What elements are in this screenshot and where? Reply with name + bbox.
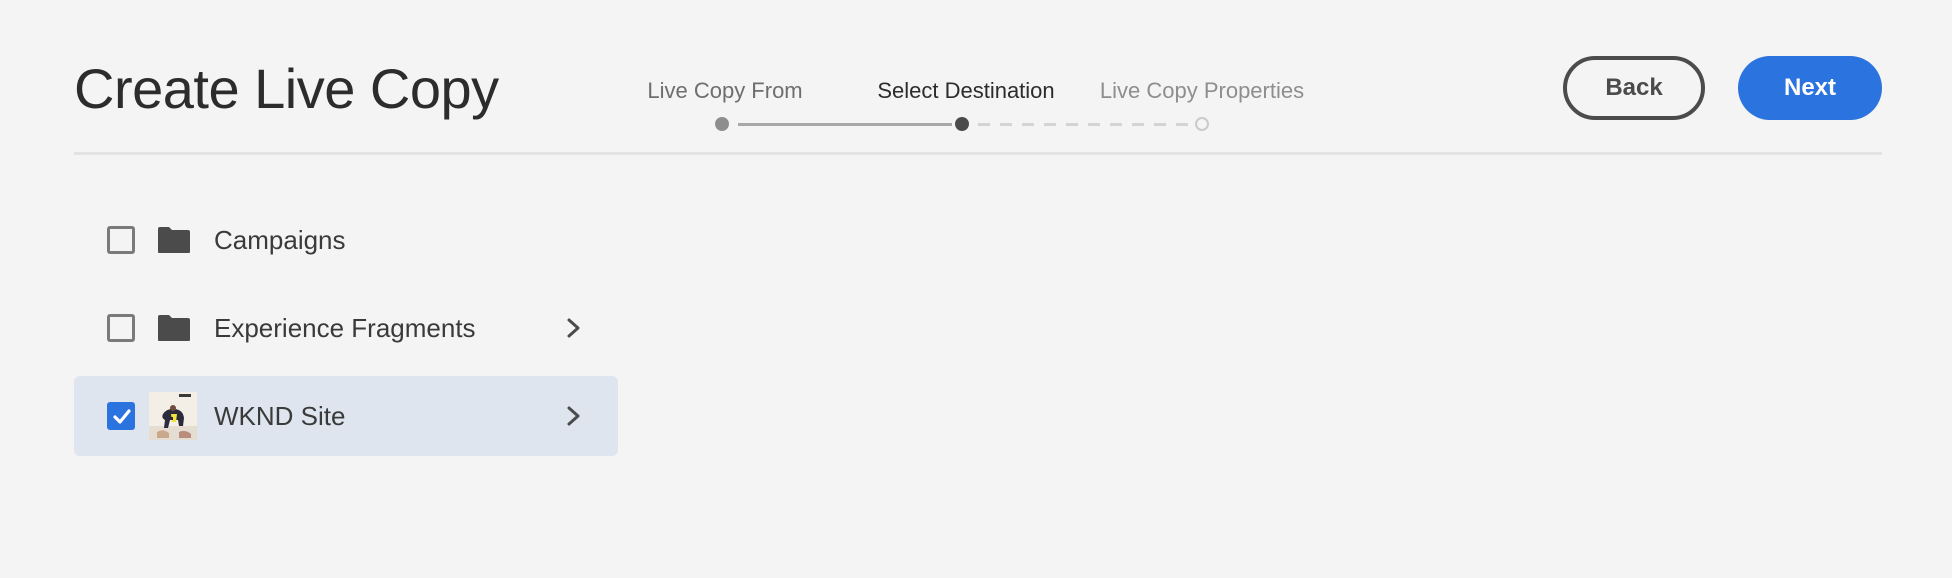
list-item-label: Campaigns: [214, 224, 346, 255]
folder-icon: [158, 227, 190, 253]
step-dot-current[interactable]: [955, 117, 969, 131]
site-thumbnail-image: [149, 392, 197, 440]
step-connector-incomplete: [978, 123, 1190, 126]
step-dot-done[interactable]: [715, 117, 729, 131]
list-item-wknd-site[interactable]: WKND Site: [74, 376, 618, 456]
chevron-right-icon[interactable]: [566, 317, 582, 339]
list-item-label: WKND Site: [214, 400, 346, 431]
checkbox-experience-fragments[interactable]: [107, 314, 135, 342]
checkmark-icon: [113, 409, 131, 424]
checkbox-wknd-site[interactable]: [107, 402, 135, 430]
step-select-destination[interactable]: Select Destination: [877, 78, 1054, 104]
destination-list: Campaigns Experience Fragments WKND Site: [74, 200, 618, 464]
back-button[interactable]: Back: [1563, 56, 1705, 120]
checkbox-campaigns[interactable]: [107, 226, 135, 254]
chevron-right-icon[interactable]: [566, 405, 582, 427]
wizard-stepper: Live Copy From Select Destination Live C…: [620, 74, 1320, 134]
step-live-copy-properties: Live Copy Properties: [1099, 78, 1305, 103]
create-live-copy-page: Create Live Copy Live Copy From Select D…: [0, 0, 1952, 578]
header-divider: [74, 152, 1882, 155]
list-item-experience-fragments[interactable]: Experience Fragments: [74, 288, 618, 368]
list-item-label: Experience Fragments: [214, 312, 476, 343]
step-connector-complete: [738, 123, 952, 126]
site-thumbnail: [149, 392, 197, 440]
folder-icon: [158, 315, 190, 341]
step-live-copy-from[interactable]: Live Copy From: [647, 78, 802, 104]
list-item-campaigns[interactable]: Campaigns: [74, 200, 618, 280]
page-title: Create Live Copy: [74, 57, 499, 120]
next-button[interactable]: Next: [1738, 56, 1882, 120]
step-dot-future: [1195, 117, 1209, 131]
